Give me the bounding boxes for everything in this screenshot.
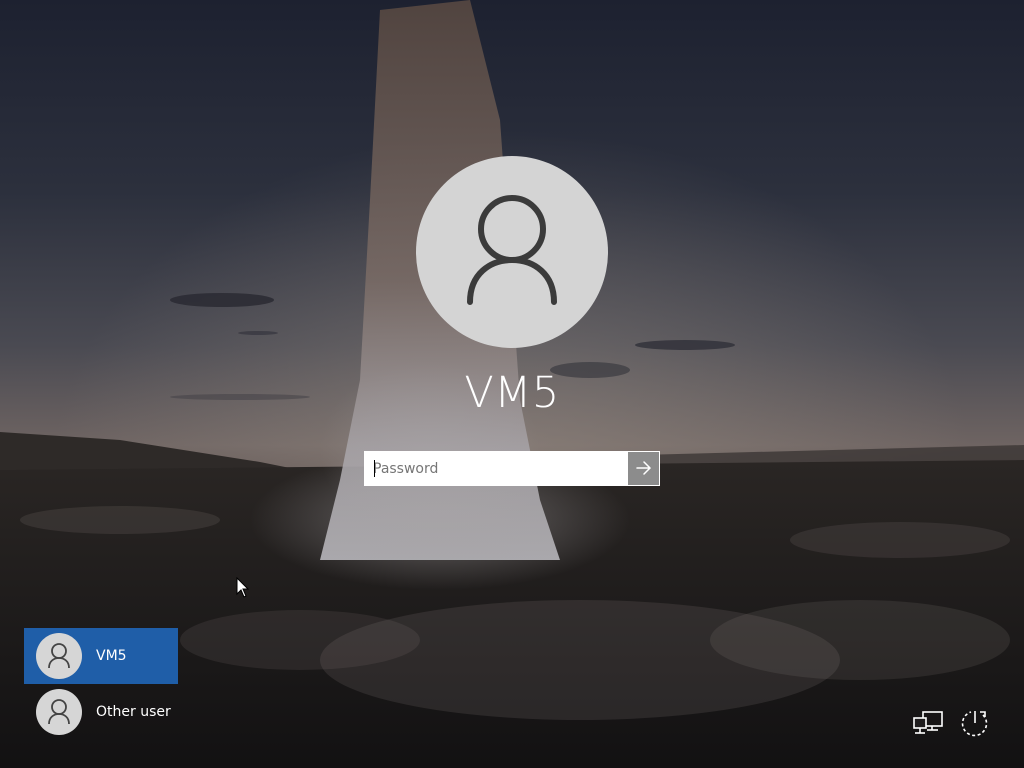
password-input[interactable] xyxy=(365,452,627,485)
user-tile-vm5[interactable]: VM5 xyxy=(24,628,178,684)
tile-avatar xyxy=(36,689,82,735)
user-tile-label: VM5 xyxy=(96,648,127,664)
network-icon xyxy=(913,711,943,734)
network-button[interactable] xyxy=(911,706,945,740)
power-icon xyxy=(961,711,988,737)
user-avatar xyxy=(416,156,608,348)
user-icon xyxy=(467,195,557,305)
lock-screen: VM5 VM5 Other user xyxy=(0,0,1024,768)
user-icon xyxy=(48,699,70,725)
user-tile-other-user[interactable]: Other user xyxy=(24,684,178,740)
username-label: VM5 xyxy=(464,368,560,418)
user-tile-label: Other user xyxy=(96,704,171,720)
text-caret xyxy=(374,460,375,477)
arrow-right-icon xyxy=(636,461,652,475)
tile-avatar xyxy=(36,633,82,679)
submit-button[interactable] xyxy=(627,452,659,485)
password-box xyxy=(364,451,660,486)
power-button[interactable] xyxy=(958,706,992,740)
user-icon xyxy=(48,643,70,669)
mouse-pointer-icon xyxy=(236,577,250,598)
